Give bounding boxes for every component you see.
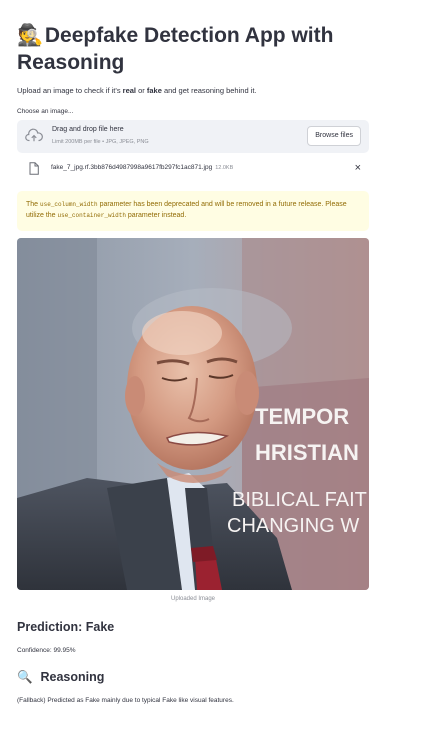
deprecation-warning: The use_column_width parameter has been … xyxy=(17,191,369,231)
file-icon xyxy=(29,162,39,175)
reasoning-heading: 🔍 Reasoning xyxy=(17,670,104,685)
detective-icon: 🕵️ xyxy=(17,24,44,47)
dropzone-instructions: Drag and drop file here xyxy=(52,126,124,133)
browse-files-button[interactable]: Browse files xyxy=(307,126,361,146)
magnifier-icon: 🔍 xyxy=(17,670,33,684)
warning-code-1: use_column_width xyxy=(40,201,98,208)
uploaded-photo: TEMPOR HRISTIAN BIBLICAL FAIT CHANGING W xyxy=(17,238,369,590)
file-name-text: fake_7_jpg.rf.3bb876d4987998a9617fb297fc… xyxy=(51,164,213,171)
intro-suffix: and get reasoning behind it. xyxy=(161,86,257,95)
reasoning-heading-text: Reasoning xyxy=(40,670,105,684)
banner-line-2: HRISTIAN xyxy=(255,440,359,465)
file-dropzone[interactable]: Drag and drop file here Limit 200MB per … xyxy=(17,120,369,153)
banner-line-1: TEMPOR xyxy=(255,404,349,429)
file-name: fake_7_jpg.rf.3bb876d4987998a9617fb297fc… xyxy=(51,164,233,171)
cloud-upload-icon xyxy=(25,128,43,142)
prediction-heading: Prediction: Fake xyxy=(17,620,115,634)
image-caption: Uploaded Image xyxy=(170,596,216,602)
page-title-text: Deepfake Detection App with Reasoning xyxy=(17,24,334,74)
uploaded-image: TEMPOR HRISTIAN BIBLICAL FAIT CHANGING W xyxy=(17,238,369,590)
intro-fake: fake xyxy=(146,86,162,95)
intro-or: or xyxy=(136,86,147,95)
remove-file-icon[interactable]: × xyxy=(355,162,361,174)
app-page: 🕵️ Deepfake Detection App with Reasoning… xyxy=(0,0,426,739)
banner-line-3: BIBLICAL FAIT xyxy=(232,489,367,511)
reasoning-text: (Fallback) Predicted as Fake mainly due … xyxy=(17,697,234,704)
dropzone-limit: Limit 200MB per file • JPG, JPEG, PNG xyxy=(52,139,149,145)
page-title: 🕵️ Deepfake Detection App with Reasoning xyxy=(17,22,417,76)
banner-line-4: CHANGING W xyxy=(227,515,359,537)
uploaded-file-row: fake_7_jpg.rf.3bb876d4987998a9617fb297fc… xyxy=(17,160,369,180)
warning-text-3: parameter instead. xyxy=(125,212,187,219)
uploader-label: Choose an image... xyxy=(17,108,74,115)
warning-text-1: The xyxy=(26,201,41,208)
intro-real: real xyxy=(122,86,137,95)
intro-prefix: Upload an image to check if it's xyxy=(17,86,123,95)
file-size: 12.0KB xyxy=(215,165,234,171)
intro-text: Upload an image to check if it's real or… xyxy=(17,86,257,96)
confidence-text: Confidence: 99.95% xyxy=(17,647,76,654)
warning-code-2: use_container_width xyxy=(57,212,126,219)
